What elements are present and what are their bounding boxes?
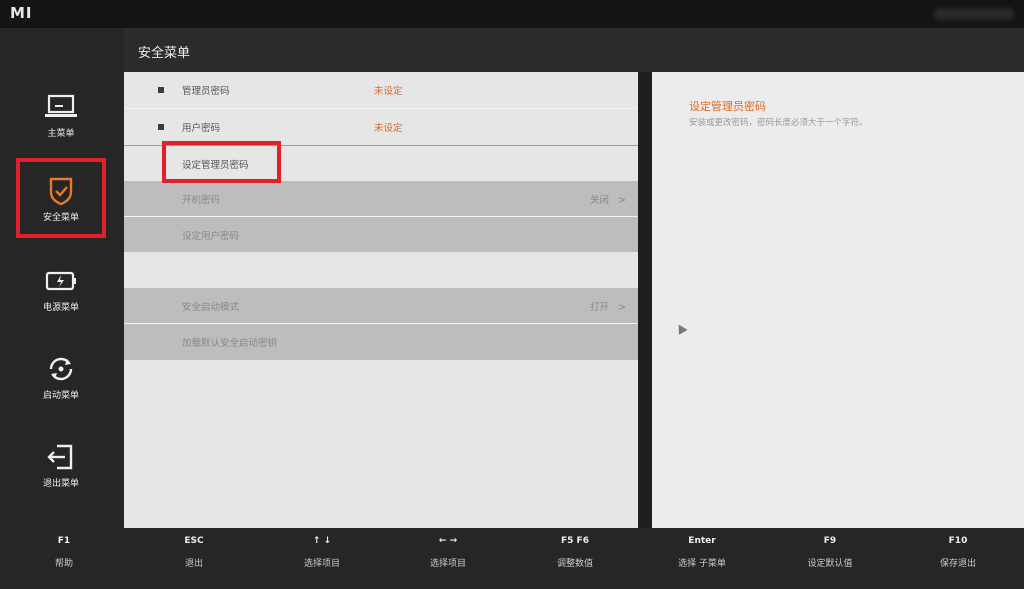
page-header: 安全菜单 [124, 28, 1024, 72]
menu-row-value: 打开 > [589, 302, 626, 313]
bullet-icon [158, 124, 164, 130]
sidebar-item-security[interactable]: 安全菜单 [16, 158, 106, 238]
menu-row-label: 管理员密码 [182, 86, 230, 97]
description-text: 安装或更改密码，密码长度必须大于一个字符。 [689, 118, 868, 128]
menu-row-admin-password[interactable]: 管理员密码 未设定 [124, 72, 638, 108]
description-title: 设定管理员密码 [689, 100, 766, 113]
top-right-blurred-area [934, 8, 1014, 20]
key-hint-esc: ESC 退出 [184, 536, 204, 569]
bullet-icon [158, 87, 164, 93]
sidebar-item-power[interactable]: 电源菜单 [14, 258, 108, 330]
sidebar: 主菜单 安全菜单 电源菜单 启动菜单 退出菜单 [0, 28, 124, 528]
key-hint-enter: Enter 选择 子菜单 [678, 536, 726, 569]
sidebar-item-label: 退出菜单 [42, 479, 79, 489]
key-hint-f5-f6: F5 F6 调整数值 [556, 536, 593, 569]
sidebar-item-label: 主菜单 [47, 129, 75, 139]
mi-logo: MI [10, 4, 33, 22]
sidebar-item-exit[interactable]: 退出菜单 [14, 434, 108, 506]
menu-row-value: 关闭 > [589, 195, 626, 206]
sidebar-item-label: 启动菜单 [42, 391, 79, 401]
menu-row-label: 安全启动模式 [182, 302, 240, 313]
chevron-right-icon: > [618, 302, 626, 313]
battery-icon [45, 271, 76, 291]
key-hint-up-down: ↑ ↓ 选择项目 [303, 536, 340, 569]
menu-row-set-user-password[interactable]: 设定用户密码 [124, 217, 638, 253]
key-hint-f9: F9 设定默认值 [807, 536, 853, 569]
chevron-right-icon: > [618, 195, 626, 206]
menu-row-label: 开机密码 [182, 195, 221, 206]
key-hint-left-right: ← → 选择项目 [429, 536, 466, 569]
top-bar: MI [0, 0, 1024, 28]
menu-row-boot-password[interactable]: 开机密码 关闭 > [124, 181, 638, 217]
menu-row-load-default-keys[interactable]: 加载默认安全启动密钥 [124, 324, 638, 360]
sidebar-item-label: 电源菜单 [42, 303, 79, 313]
exit-icon [47, 444, 73, 470]
menu-row-user-password[interactable]: 用户密码 未设定 [124, 109, 638, 145]
menu-row-label: 设定用户密码 [182, 231, 240, 242]
description-panel: 设定管理员密码 安装或更改密码，密码长度必须大于一个字符。 [652, 72, 1024, 528]
laptop-icon [45, 94, 77, 117]
selection-highlight-box [162, 141, 281, 183]
menu-row-value: 未设定 [374, 86, 403, 97]
security-menu-list: 管理员密码 未设定 用户密码 未设定 设定管理员密码 开机密码 关闭 > 设定用… [124, 72, 638, 528]
menu-row-secure-boot-mode[interactable]: 安全启动模式 打开 > [124, 288, 638, 324]
menu-row-empty [124, 252, 638, 288]
sidebar-item-boot[interactable]: 启动菜单 [14, 346, 108, 418]
menu-row-label: 加载默认安全启动密钥 [182, 338, 278, 349]
key-help-footer: F1 帮助 ESC 退出 ↑ ↓ 选择项目 ← → 选择项目 F5 F6 调整数… [0, 528, 1024, 589]
sidebar-item-label: 安全菜单 [42, 213, 79, 223]
page-title: 安全菜单 [138, 46, 191, 61]
shield-check-icon [49, 177, 73, 206]
reboot-icon [49, 357, 73, 381]
key-hint-f1: F1 帮助 [54, 536, 73, 569]
menu-row-label: 用户密码 [182, 123, 221, 134]
key-hint-f10: F10 保存退出 [939, 536, 976, 569]
sidebar-item-main[interactable]: 主菜单 [14, 84, 108, 156]
menu-row-value: 未设定 [374, 123, 403, 134]
